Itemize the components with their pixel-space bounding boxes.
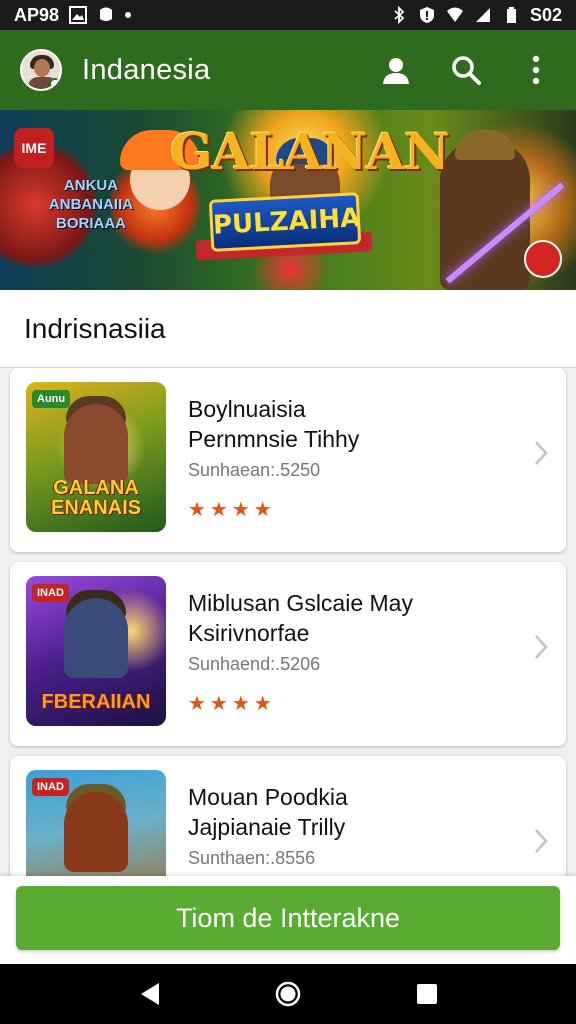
list-item[interactable]: Aunu GALANA ENANAIS Boylnuaisia Pernmnsi… bbox=[10, 368, 566, 552]
item-title-line1: Mouan Poodkia bbox=[188, 784, 348, 810]
banner-badge: IME bbox=[14, 128, 54, 168]
item-thumbnail: INAD bbox=[26, 770, 166, 876]
item-title-line2: Pernmnsie Tihhy bbox=[188, 426, 360, 452]
avatar-badge-icon bbox=[49, 78, 60, 89]
wifi-icon bbox=[446, 7, 463, 22]
thumbnail-tag: INAD bbox=[32, 778, 69, 796]
banner-small-text: ANKUA ANBANAIIA BORIAAA bbox=[48, 177, 134, 232]
status-time: AP98 bbox=[14, 4, 60, 25]
thumbnail-tag: Aunu bbox=[32, 390, 71, 408]
promo-banner[interactable]: IME ANKUA ANBANAIIA BORIAAA GALANAN PULZ… bbox=[0, 110, 576, 290]
item-title-line1: Miblusan Gslcaie May bbox=[188, 590, 413, 616]
chevron-right-icon bbox=[535, 441, 548, 465]
battery-icon bbox=[506, 7, 516, 23]
system-nav-bar bbox=[0, 964, 576, 1024]
bluetooth-icon bbox=[394, 6, 405, 24]
primary-cta-button[interactable]: Tiom de Intterakne bbox=[16, 886, 560, 950]
status-bar: AP98 S02 bbox=[0, 0, 576, 30]
section-header: Indrisnasiia bbox=[0, 290, 576, 368]
chevron-right-icon bbox=[535, 829, 548, 853]
signal-icon bbox=[475, 8, 490, 22]
item-title-line2: Jajpianaie Trilly bbox=[188, 814, 346, 840]
recents-button[interactable] bbox=[407, 974, 447, 1014]
banner-corner-badge-icon bbox=[524, 240, 562, 278]
item-thumbnail: INAD FBERAIIAN bbox=[26, 576, 166, 726]
cta-container: Tiom de Intterakne bbox=[0, 876, 576, 964]
overflow-menu-button[interactable] bbox=[516, 50, 556, 90]
app-title: Indanesia bbox=[82, 53, 211, 86]
game-list: Aunu GALANA ENANAIS Boylnuaisia Pernmnsi… bbox=[0, 368, 576, 876]
list-item[interactable]: INAD Mouan Poodkia Jajpianaie Trilly Sun… bbox=[10, 756, 566, 876]
recents-square-icon bbox=[416, 984, 437, 1004]
item-title-line2: Ksirivnorfae bbox=[188, 620, 310, 646]
item-meta: Sunhaend:.5206 bbox=[188, 654, 321, 674]
back-button[interactable] bbox=[129, 974, 169, 1014]
thumbnail-tag: INAD bbox=[32, 584, 69, 602]
banner-subtitle: PULZAIHA bbox=[208, 192, 362, 252]
banner-title: GALANAN bbox=[170, 122, 450, 181]
thumbnail-caption: FBERAIIAN bbox=[41, 691, 151, 713]
item-thumbnail: Aunu GALANA ENANAIS bbox=[26, 382, 166, 532]
list-item[interactable]: INAD FBERAIIAN Miblusan Gslcaie May Ksir… bbox=[10, 562, 566, 746]
thumbnail-caption: GALANA ENANAIS bbox=[50, 477, 141, 519]
app-bar: Indanesia bbox=[0, 30, 576, 110]
item-meta: Sunthaen:.8556 bbox=[188, 848, 316, 868]
search-button[interactable] bbox=[446, 50, 486, 90]
screen: AP98 S02 Indanesia IME ANKUA ANBANAIIA B… bbox=[0, 0, 576, 1024]
more-notifications-icon bbox=[125, 12, 132, 18]
rating-stars: ★★★★ bbox=[188, 693, 276, 715]
home-circle-icon bbox=[275, 981, 301, 1007]
person-icon bbox=[383, 58, 409, 84]
alert-shield-icon bbox=[419, 7, 434, 23]
chevron-right-icon bbox=[535, 635, 548, 659]
account-button[interactable] bbox=[376, 50, 416, 90]
item-title-line1: Boylnuaisia bbox=[188, 396, 306, 422]
back-triangle-icon bbox=[141, 983, 160, 1005]
notification-icon bbox=[100, 7, 113, 21]
more-vert-icon bbox=[532, 55, 540, 85]
section-title: Indrisnasiia bbox=[24, 312, 166, 344]
status-battery-text: S02 bbox=[529, 4, 562, 25]
avatar[interactable] bbox=[20, 49, 62, 91]
search-icon bbox=[452, 56, 481, 85]
image-icon bbox=[69, 6, 88, 24]
rating-stars: ★★★★ bbox=[188, 499, 276, 521]
home-button[interactable] bbox=[268, 974, 308, 1014]
item-meta: Sunhaean:.5250 bbox=[188, 460, 321, 480]
